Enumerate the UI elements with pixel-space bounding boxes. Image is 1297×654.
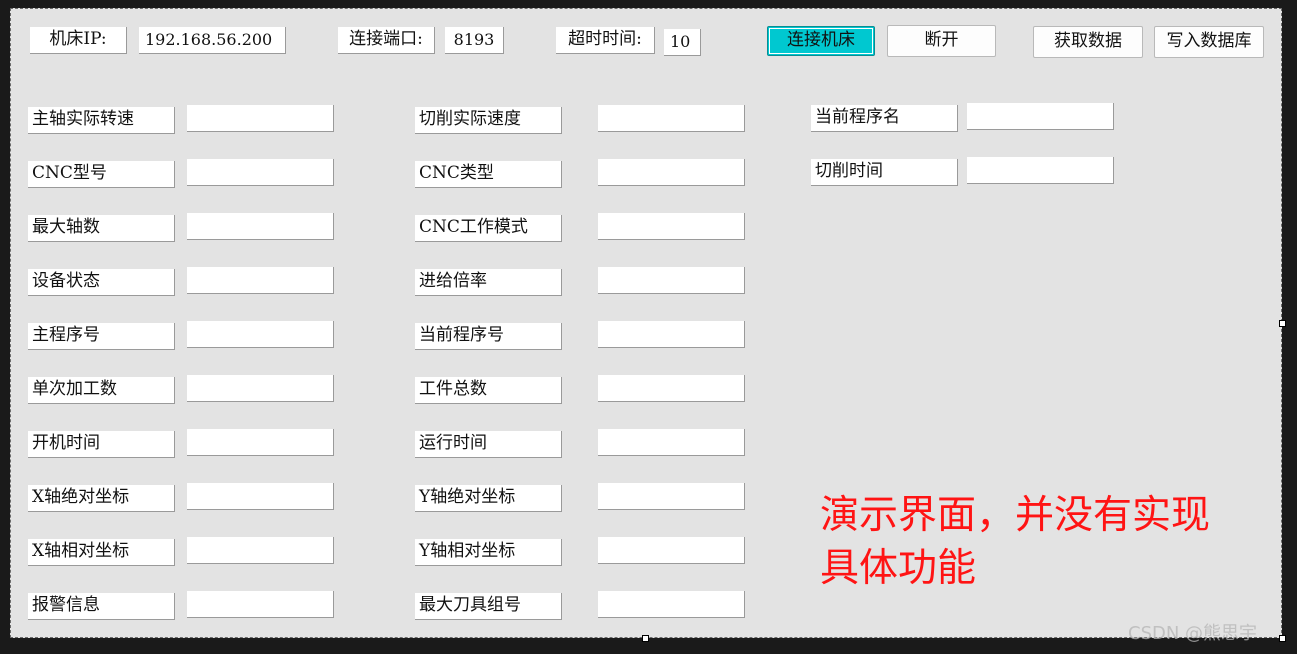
field-value-input[interactable] bbox=[187, 429, 334, 456]
main-form: 机床IP: 192.168.56.200 连接端口: 8193 超时时间: 10… bbox=[10, 8, 1282, 638]
field-label: 当前程序名 bbox=[811, 105, 958, 132]
field-label: 主程序号 bbox=[28, 323, 175, 350]
field-label: 切削时间 bbox=[811, 159, 958, 186]
field-label: 开机时间 bbox=[28, 431, 175, 458]
field-value-input[interactable] bbox=[598, 537, 745, 564]
field-value-input[interactable] bbox=[967, 103, 1114, 130]
field-label: 单次加工数 bbox=[28, 377, 175, 404]
field-value-input[interactable] bbox=[598, 483, 745, 510]
resize-handle-right[interactable] bbox=[1279, 320, 1286, 327]
write-db-button[interactable]: 写入数据库 bbox=[1154, 26, 1264, 58]
annotation-line-2: 具体功能 bbox=[820, 546, 977, 591]
disconnect-button[interactable]: 断开 bbox=[887, 25, 996, 57]
field-label: 最大刀具组号 bbox=[415, 593, 562, 620]
field-label: X轴绝对坐标 bbox=[28, 485, 175, 512]
resize-handle-corner[interactable] bbox=[1279, 635, 1286, 642]
field-label: 设备状态 bbox=[28, 269, 175, 296]
field-label: Y轴绝对坐标 bbox=[415, 485, 562, 512]
field-value-input[interactable] bbox=[598, 591, 745, 618]
field-label: X轴相对坐标 bbox=[28, 539, 175, 566]
field-label: 切削实际速度 bbox=[415, 107, 562, 134]
field-label: 最大轴数 bbox=[28, 215, 175, 242]
field-value-input[interactable] bbox=[598, 321, 745, 348]
field-value-input[interactable] bbox=[187, 105, 334, 132]
annotation-text: 演示界面，并没有实现 具体功能 bbox=[820, 489, 1240, 595]
field-value-input[interactable] bbox=[187, 537, 334, 564]
field-value-input[interactable] bbox=[598, 105, 745, 132]
field-value-input[interactable] bbox=[598, 267, 745, 294]
resize-handle-bottom[interactable] bbox=[642, 635, 649, 642]
field-value-input[interactable] bbox=[187, 321, 334, 348]
field-label: 当前程序号 bbox=[415, 323, 562, 350]
field-label: 报警信息 bbox=[28, 593, 175, 620]
field-label: 主轴实际转速 bbox=[28, 107, 175, 134]
timeout-label: 超时时间: bbox=[556, 27, 655, 54]
fetch-data-button[interactable]: 获取数据 bbox=[1033, 26, 1143, 58]
ip-label: 机床IP: bbox=[30, 27, 127, 54]
field-value-input[interactable] bbox=[967, 157, 1114, 184]
field-label: Y轴相对坐标 bbox=[415, 539, 562, 566]
field-value-input[interactable] bbox=[598, 213, 745, 240]
field-label: CNC工作模式 bbox=[415, 215, 562, 242]
field-value-input[interactable] bbox=[598, 159, 745, 186]
ip-input[interactable]: 192.168.56.200 bbox=[139, 27, 286, 54]
field-label: 进给倍率 bbox=[415, 269, 562, 296]
field-value-input[interactable] bbox=[598, 375, 745, 402]
field-label: 运行时间 bbox=[415, 431, 562, 458]
watermark: CSDN @熊思宇 bbox=[1128, 623, 1258, 644]
connect-button[interactable]: 连接机床 bbox=[767, 26, 875, 56]
port-input[interactable]: 8193 bbox=[445, 27, 504, 54]
field-value-input[interactable] bbox=[187, 213, 334, 240]
field-value-input[interactable] bbox=[598, 429, 745, 456]
field-label: 工件总数 bbox=[415, 377, 562, 404]
timeout-input[interactable]: 10 bbox=[664, 29, 701, 56]
field-value-input[interactable] bbox=[187, 159, 334, 186]
field-value-input[interactable] bbox=[187, 483, 334, 510]
field-value-input[interactable] bbox=[187, 591, 334, 618]
port-label: 连接端口: bbox=[338, 27, 435, 54]
field-label: CNC型号 bbox=[28, 161, 175, 188]
field-label: CNC类型 bbox=[415, 161, 562, 188]
field-value-input[interactable] bbox=[187, 375, 334, 402]
field-value-input[interactable] bbox=[187, 267, 334, 294]
annotation-line-1: 演示界面，并没有实现 bbox=[820, 493, 1211, 538]
